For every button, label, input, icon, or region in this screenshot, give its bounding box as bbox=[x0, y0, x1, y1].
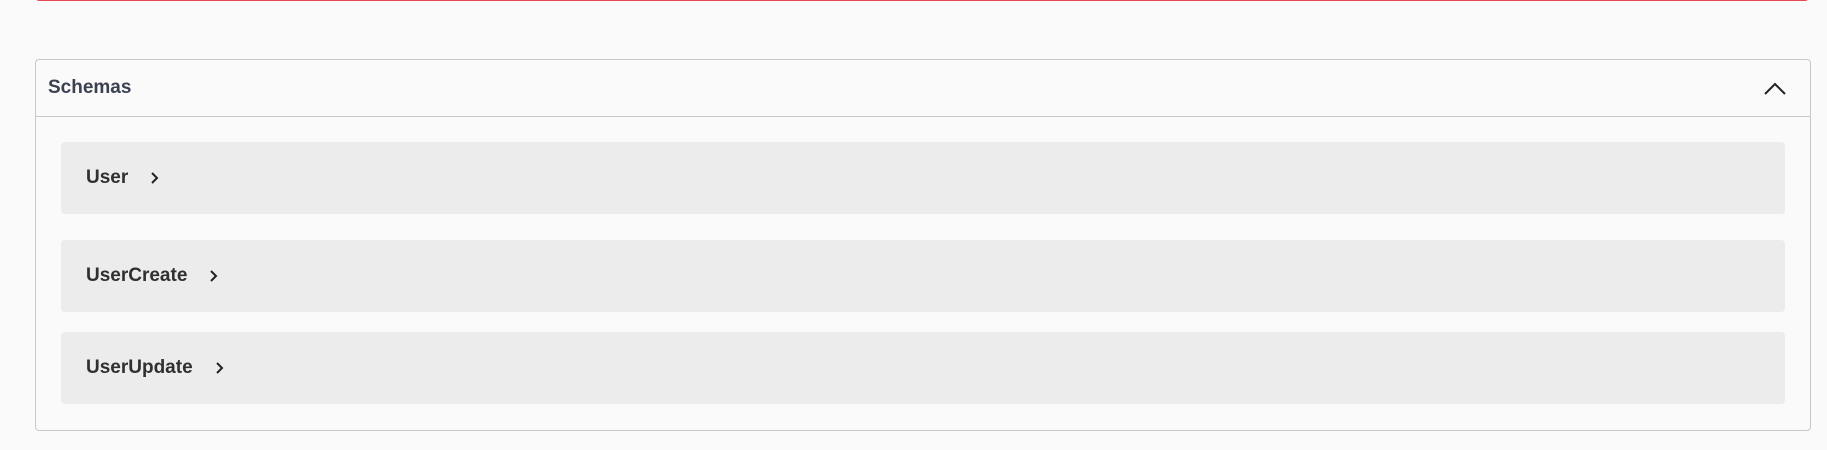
chevron-up-icon[interactable] bbox=[1762, 75, 1788, 101]
schemas-header[interactable]: Schemas bbox=[36, 60, 1810, 117]
previous-section-bottom-edge bbox=[35, 0, 1809, 1]
chevron-right-icon[interactable] bbox=[148, 171, 162, 185]
schema-model-name: UserCreate bbox=[86, 265, 188, 286]
schema-model-name: UserUpdate bbox=[86, 357, 193, 378]
schema-model-name: User bbox=[86, 167, 129, 188]
schema-model-usercreate[interactable]: UserCreate bbox=[61, 240, 1785, 312]
schema-model-user[interactable]: User bbox=[61, 142, 1785, 214]
schema-model-userupdate[interactable]: UserUpdate bbox=[61, 332, 1785, 404]
schemas-title: Schemas bbox=[48, 77, 132, 98]
page: Schemas User UserCreate UserUpdate bbox=[0, 0, 1827, 450]
chevron-right-icon[interactable] bbox=[207, 269, 221, 283]
schemas-section: Schemas User UserCreate UserUpdate bbox=[35, 59, 1811, 431]
chevron-right-icon[interactable] bbox=[213, 361, 227, 375]
